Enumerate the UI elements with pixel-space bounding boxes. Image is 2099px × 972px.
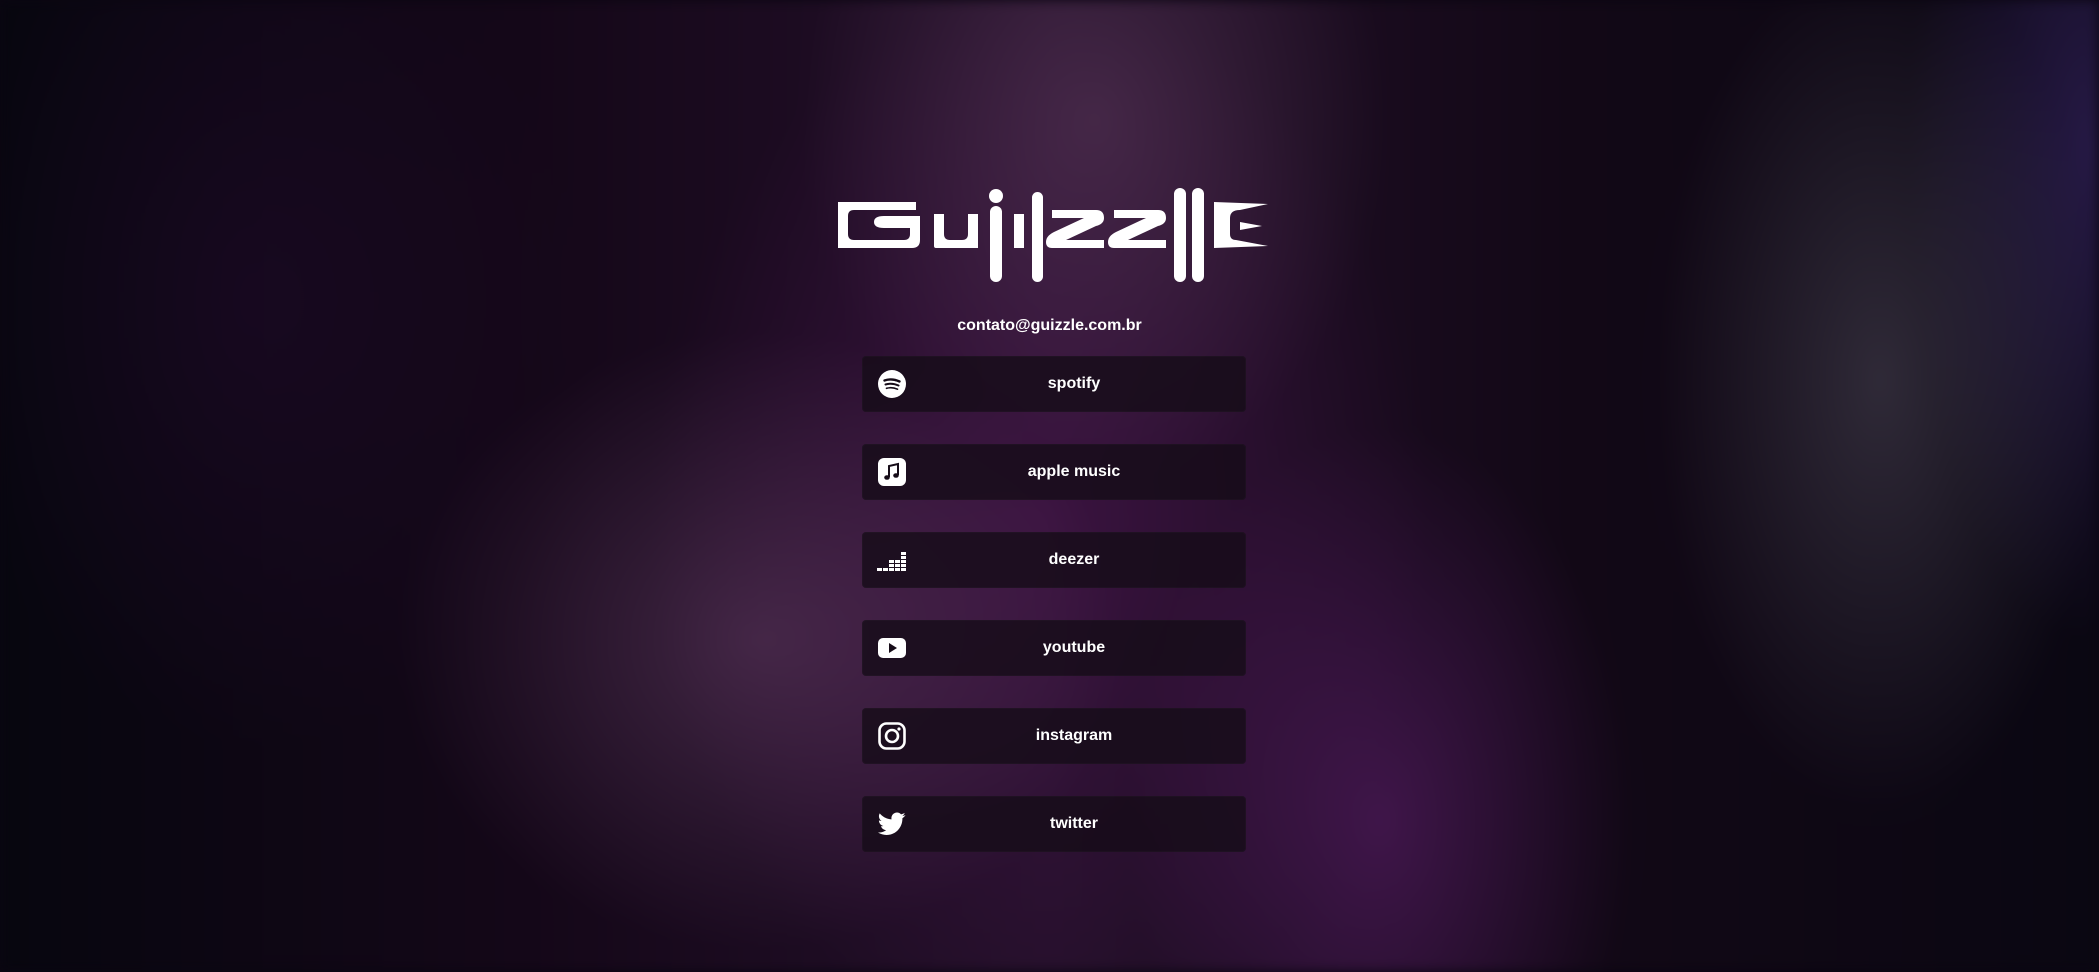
youtube-link-button[interactable]: youtube — [862, 620, 1246, 676]
instagram-link-label: instagram — [1035, 727, 1113, 744]
apple-music-link-button[interactable]: apple music — [862, 444, 1246, 500]
twitter-link-label: twitter — [1050, 815, 1098, 832]
deezer-link-label: deezer — [1048, 551, 1100, 568]
instagram-link-button[interactable]: instagram — [862, 708, 1246, 764]
page-content: contato@guizzle.com.br spotify apple mus… — [0, 0, 2099, 972]
guizzle-wordmark-logo — [838, 188, 1268, 282]
spotify-link-button[interactable]: spotify — [862, 356, 1246, 412]
twitter-link-button[interactable]: twitter — [862, 796, 1246, 852]
youtube-link-label: youtube — [1042, 639, 1106, 656]
apple-music-link-label: apple music — [1027, 463, 1121, 480]
deezer-link-button[interactable]: deezer — [862, 532, 1246, 588]
spotify-link-label: spotify — [1047, 375, 1101, 392]
contact-email-link[interactable]: contato@guizzle.com.br — [0, 317, 2099, 335]
guizzle-logo — [838, 188, 1268, 288]
links-list: spotify apple music deezer youtube insta… — [862, 356, 1246, 884]
